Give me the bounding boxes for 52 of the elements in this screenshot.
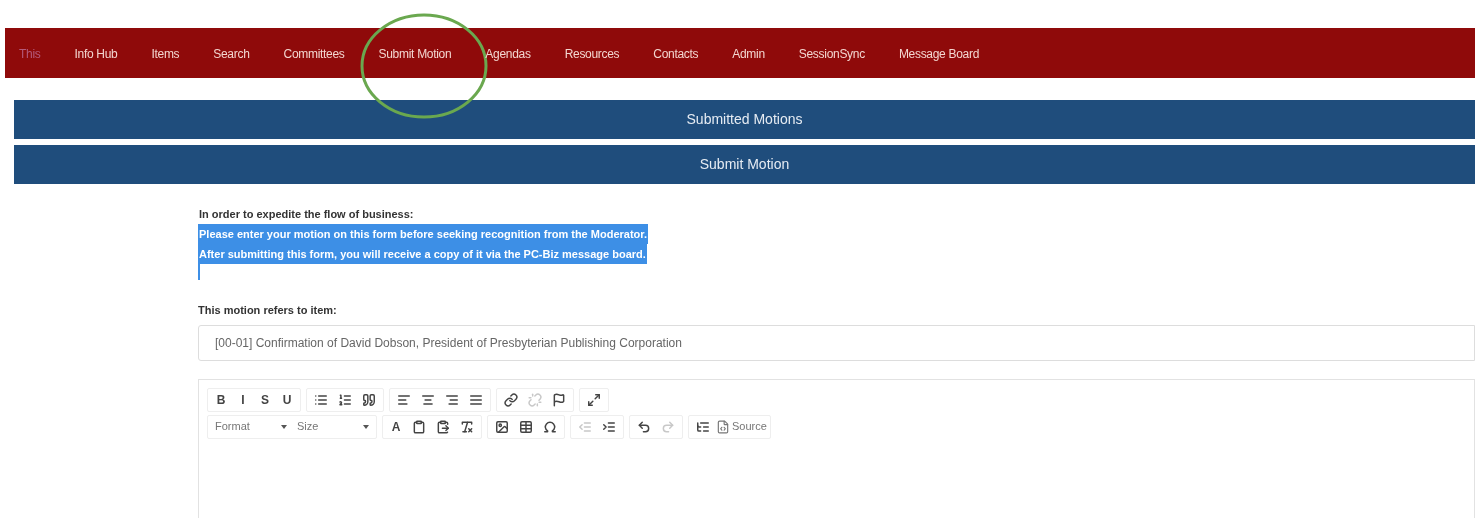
redo-icon [661, 419, 675, 434]
nav-link[interactable]: Submit Motion [378, 47, 452, 61]
align-justify-icon [469, 392, 483, 407]
flag-icon [552, 392, 566, 407]
omega-icon [543, 419, 557, 434]
image-icon [495, 419, 509, 434]
field-label: This motion refers to item: [198, 303, 338, 318]
nav-link[interactable]: Agendas [485, 47, 531, 61]
align-center-icon [421, 392, 435, 407]
clipboard-icon [412, 419, 426, 434]
link-icon [504, 392, 518, 407]
italic-button[interactable]: I [233, 389, 253, 410]
quote-icon [362, 392, 376, 407]
text-color-button[interactable]: A [386, 416, 406, 437]
nav-link[interactable]: Committees [283, 47, 345, 61]
nav-link[interactable]: Info Hub [74, 47, 118, 61]
nav-link[interactable]: Admin [732, 47, 765, 61]
intro-text: Please enter your motion on this form before seeking recognition from the Moderator. [198, 224, 648, 244]
table-icon [519, 419, 533, 434]
numbered-list-icon [338, 392, 352, 407]
intro-text: In order to expedite the flow of business: [198, 207, 415, 222]
paste-icon [436, 419, 450, 434]
underline-button[interactable]: U [277, 389, 297, 410]
text-cursor [198, 264, 200, 280]
align-right-icon [445, 392, 459, 407]
document-icon [716, 419, 730, 434]
section-header[interactable]: Submit Motion [14, 145, 1475, 184]
clear-format-icon [460, 419, 474, 434]
nav-link[interactable]: Resources [564, 47, 620, 61]
align-left-icon [397, 392, 411, 407]
undo-icon [637, 419, 651, 434]
bold-button[interactable]: B [211, 389, 231, 410]
strike-button[interactable]: S [255, 389, 275, 410]
caret-icon [281, 424, 287, 429]
dropdown-button[interactable]: Format [211, 416, 291, 437]
nav-link[interactable]: SessionSync [798, 47, 865, 61]
item-select[interactable]: [00-01] Confirmation of David Dobson, President of Presbyterian Publishing Corporation [198, 324, 1475, 361]
nav-link[interactable]: Contacts [653, 47, 699, 61]
block-icon [696, 419, 710, 434]
section-header[interactable]: Submitted Motions [14, 100, 1475, 139]
maximize-icon [587, 392, 601, 407]
source-button[interactable]: Source [716, 416, 767, 437]
caret-icon [363, 424, 369, 429]
nav-link[interactable]: Message Board [898, 47, 980, 61]
nav-link[interactable]: Items [151, 47, 180, 61]
indent-icon [602, 419, 616, 434]
intro-text: After submitting this form, you will receive a copy of it via the PC-Biz message board. [198, 244, 647, 264]
nav-link[interactable]: Search [213, 47, 250, 61]
unlink-icon [528, 392, 542, 407]
dropdown-button[interactable]: Size [293, 416, 373, 437]
outdent-icon [578, 419, 592, 434]
bulleted-list-icon [314, 392, 328, 407]
